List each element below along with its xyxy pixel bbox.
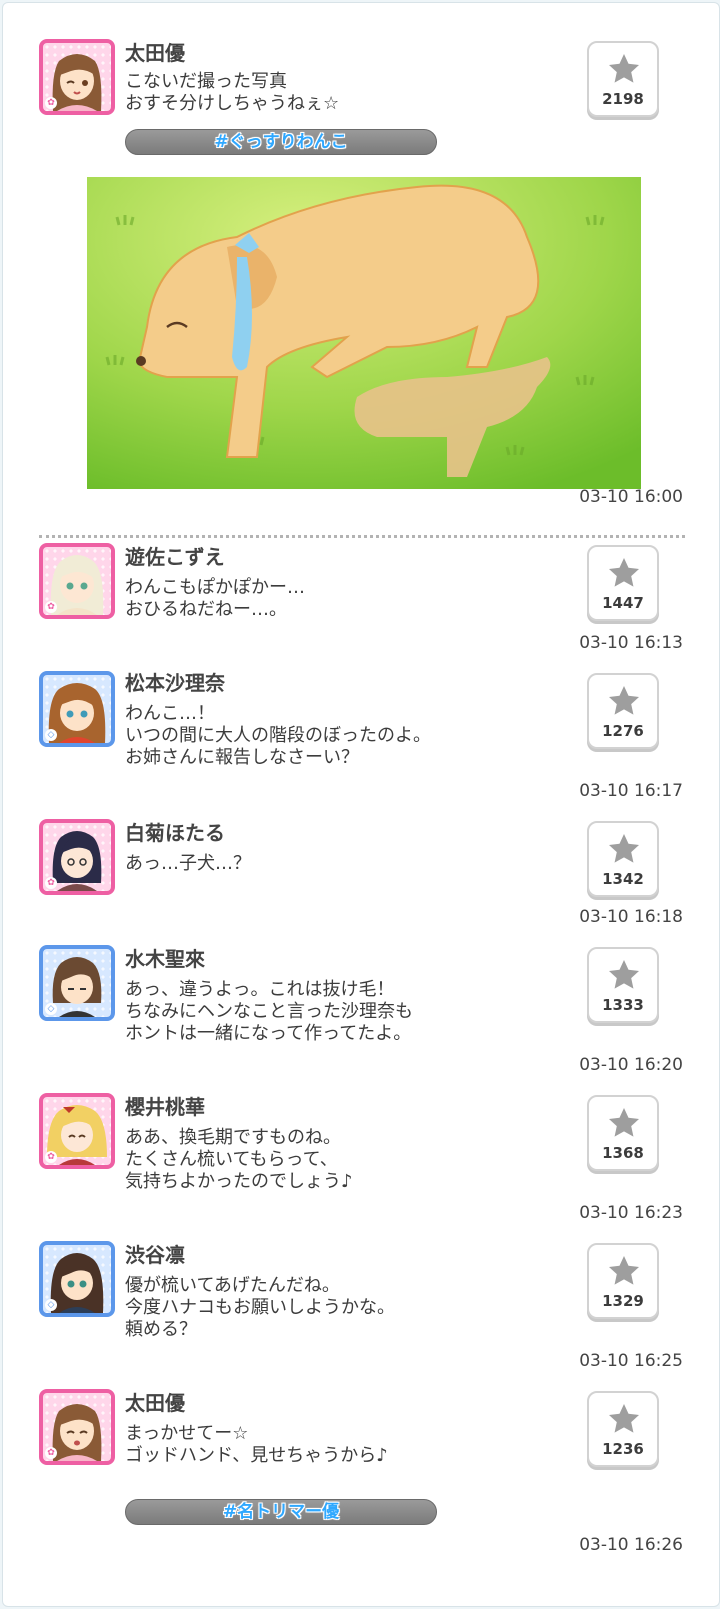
post-author: 太田優: [125, 41, 185, 65]
star-icon: [609, 686, 639, 715]
hashtag[interactable]: #名トリマー優: [125, 1499, 437, 1525]
post-time: 03-10 16:20: [579, 1055, 683, 1075]
star-icon: [609, 960, 639, 989]
badge-icon: ✿: [45, 877, 57, 889]
badge-icon: ◇: [45, 1003, 57, 1015]
post-text: わんこもぽかぽかー… おひるねだねー…。: [125, 577, 305, 620]
like-count: 1368: [602, 1144, 644, 1162]
post-author: 櫻井桃華: [125, 1095, 205, 1119]
post-author: 白菊ほたる: [125, 821, 225, 845]
avatar[interactable]: ✿: [39, 543, 115, 619]
post-time: 03-10 16:13: [579, 633, 683, 653]
badge-icon: ✿: [45, 97, 57, 109]
star-icon: [609, 54, 639, 83]
post-text: まっかせてー☆ ゴッドハンド、見せちゃうから♪: [125, 1423, 388, 1466]
post-author: 渋谷凛: [125, 1243, 185, 1267]
post-time: 03-10 16:18: [579, 907, 683, 927]
avatar[interactable]: ◇: [39, 671, 115, 747]
like-count: 1236: [602, 1440, 644, 1458]
star-icon: [609, 1108, 639, 1137]
post-text: 優が梳いてあげたんだね。 今度ハナコもお願いしようかな。 頼める？: [125, 1275, 395, 1340]
post-time: 03-10 16:17: [579, 781, 683, 801]
badge-icon: ✿: [45, 601, 57, 613]
badge-icon: ◇: [45, 729, 57, 741]
like-count: 1333: [602, 996, 644, 1014]
like-button[interactable]: 1333: [587, 947, 659, 1023]
post-text: わんこ…！ いつの間に大人の階段のぼったのよ。 お姉さんに報告しなさーい？: [125, 703, 431, 768]
star-icon: [609, 1404, 639, 1433]
star-icon: [609, 1256, 639, 1285]
post-time: 03-10 16:23: [579, 1203, 683, 1223]
avatar[interactable]: ✿: [39, 1389, 115, 1465]
post-text: こないだ撮った写真 おすそ分けしちゃうねぇ☆: [125, 71, 340, 114]
badge-icon: ✿: [45, 1151, 57, 1163]
post-text: あっ…子犬…？: [125, 853, 251, 874]
like-count: 2198: [602, 90, 644, 108]
post-photo[interactable]: [87, 177, 641, 489]
timeline-card: ✿ 太田優 こないだ撮った写真 おすそ分けしちゃうねぇ☆ 2198 #ぐっすりわ…: [2, 2, 720, 1607]
avatar[interactable]: ✿: [39, 1093, 115, 1169]
post-time: 03-10 16:26: [579, 1535, 683, 1555]
like-count: 1276: [602, 722, 644, 740]
like-button[interactable]: 1342: [587, 821, 659, 897]
post-author: 遊佐こずえ: [125, 545, 225, 569]
like-button[interactable]: 1236: [587, 1391, 659, 1467]
like-count: 1329: [602, 1292, 644, 1310]
like-count: 1447: [602, 594, 644, 612]
post-text: ああ、換毛期ですものね。 たくさん梳いてもらって、 気持ちよかったのでしょう♪: [125, 1127, 353, 1192]
post-time: 03-10 16:25: [579, 1351, 683, 1371]
star-icon: [609, 558, 639, 587]
badge-icon: ◇: [45, 1299, 57, 1311]
hashtag[interactable]: #ぐっすりわんこ: [125, 129, 437, 155]
like-button[interactable]: 1276: [587, 673, 659, 749]
post-text: あっ、違うよっ。これは抜け毛！ ちなみにヘンなこと言った沙理奈も ホントは一緒に…: [125, 979, 413, 1044]
avatar[interactable]: ✿: [39, 39, 115, 115]
avatar[interactable]: ◇: [39, 1241, 115, 1317]
badge-icon: ✿: [45, 1447, 57, 1459]
avatar[interactable]: ✿: [39, 819, 115, 895]
post-author: 太田優: [125, 1391, 185, 1415]
avatar[interactable]: ◇: [39, 945, 115, 1021]
divider: [39, 535, 685, 538]
post-author: 松本沙理奈: [125, 671, 225, 695]
star-icon: [609, 834, 639, 863]
like-button[interactable]: 1447: [587, 545, 659, 621]
like-count: 1342: [602, 870, 644, 888]
like-button[interactable]: 2198: [587, 41, 659, 117]
like-button[interactable]: 1368: [587, 1095, 659, 1171]
post-time: 03-10 16:00: [579, 487, 683, 507]
like-button[interactable]: 1329: [587, 1243, 659, 1319]
post-author: 水木聖來: [125, 947, 205, 971]
